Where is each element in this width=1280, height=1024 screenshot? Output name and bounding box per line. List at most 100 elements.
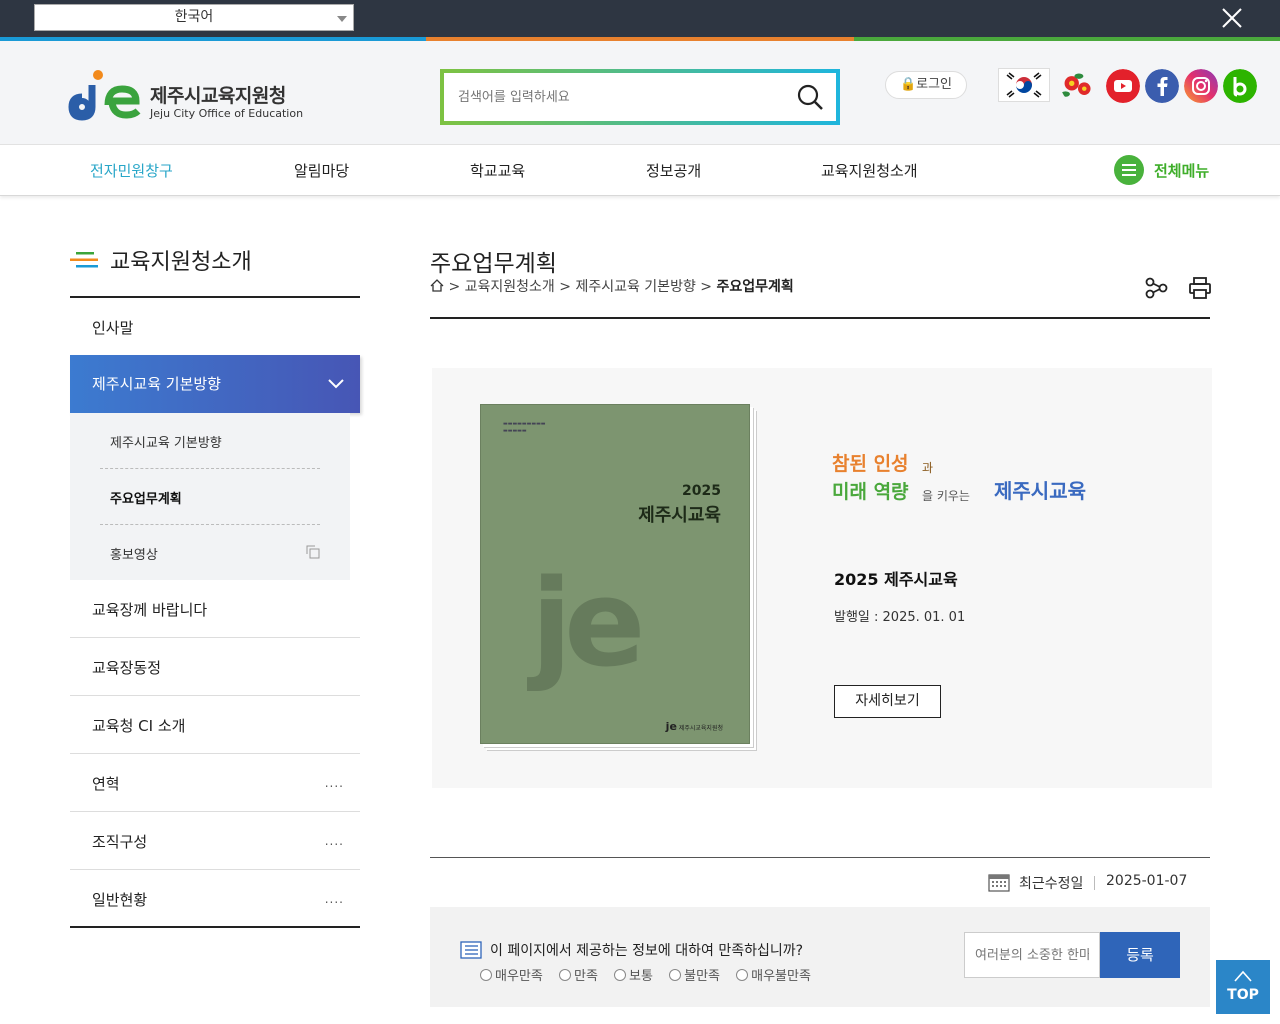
view-detail-button[interactable]: 자세히보기 [834,685,941,718]
submenu-item-promo-video[interactable]: 홍보영상 [100,525,320,581]
breadcrumb-current: 주요업무계획 [716,279,794,295]
header: 제주시교육지원청 Jeju City Office of Education 🔒… [0,41,1280,145]
submenu-item-basic-direction[interactable]: 제주시교육 기본방향 [100,413,320,469]
publication-date: 발행일 : 2025. 01. 01 [834,610,966,625]
breadcrumb-separator: > [559,279,571,295]
sidebar-item-history[interactable]: 연혁 .... [70,754,360,812]
opinion-input[interactable] [964,932,1100,978]
new-window-icon [306,545,320,559]
sidebar-item-activities[interactable]: 교육장동정 [70,638,360,696]
submenu-item-label: 주요업무계획 [110,492,182,507]
publication-title: 2025 제주시교육 [834,570,958,589]
sidebar-item-message[interactable]: 교육장께 바랍니다 [70,580,360,638]
sidebar-title-text: 교육지원청소개 [110,250,252,275]
arrow-up-icon [1234,970,1252,982]
main-navigation: 전자민원창구 알림마당 학교교육 정보공개 교육지원청소개 전체메뉴 [0,145,1280,196]
radio-icon [736,969,749,981]
chevron-down-icon [328,379,344,389]
book-watermark-logo: je [531,555,645,694]
survey-icon [460,941,482,959]
sidebar-bottom-rule [70,926,360,928]
slogan-line2-a: 미래 역량 [832,481,909,503]
option-label: 불만족 [684,969,720,984]
top-bar: 한국어 [0,0,1280,37]
share-icon[interactable] [1144,276,1168,300]
survey-option-very-satisfied[interactable]: 매우만족 [480,965,543,984]
camellia-icon[interactable] [1061,69,1095,103]
breadcrumb-item[interactable]: 제주시교육 기본방향 [575,279,695,295]
je-logo-icon [68,70,141,121]
nav-item-office-intro[interactable]: 교육지원청소개 [821,160,918,181]
lock-icon: 🔒 [899,77,917,92]
sidebar-item-label: 인사말 [92,319,134,337]
submit-survey-button[interactable]: 등록 [1100,932,1180,978]
content-top-rule [430,317,1210,319]
sidebar-item-greeting[interactable]: 인사말 [70,298,360,356]
site-logo[interactable]: 제주시교육지원청 Jeju City Office of Education [68,69,308,123]
sidebar-item-ci[interactable]: 교육청 CI 소개 [70,696,360,754]
option-label: 보통 [629,969,653,984]
logo-title: 제주시교육지원청 [150,85,286,107]
radio-icon [614,969,627,981]
divider [1094,876,1095,890]
survey-option-neutral[interactable]: 보통 [614,965,653,984]
book-cover-image[interactable]: ▬▬▬▬▬▬▬▬▬ ▬▬▬▬▬ 2025 제주시교육 je je 제주시교육지원청 [480,404,750,744]
sidebar-item-organization[interactable]: 조직구성 .... [70,812,360,870]
survey-option-satisfied[interactable]: 만족 [558,965,598,984]
nav-item-school-education[interactable]: 학교교육 [470,160,525,181]
book-year: 2025 [682,483,721,499]
search-input[interactable] [458,85,788,109]
book-cover-fineprint: ▬▬▬▬▬▬▬▬▬ ▬▬▬▬▬ [503,421,546,434]
sidebar-item-label: 제주시교육 기본방향 [92,375,221,393]
sidebar-submenu: 제주시교육 기본방향 주요업무계획 홍보영상 [70,413,350,580]
nav-item-civil-service[interactable]: 전자민원창구 [90,160,173,181]
publication-card: ▬▬▬▬▬▬▬▬▬ ▬▬▬▬▬ 2025 제주시교육 je je 제주시교육지원청… [432,368,1212,788]
close-icon[interactable] [1220,6,1244,30]
facebook-icon[interactable] [1145,69,1179,103]
menu-bars-icon [70,252,98,268]
sidebar-item-basic-direction[interactable]: 제주시교육 기본방향 [70,355,360,413]
survey-option-dissatisfied[interactable]: 불만족 [669,965,720,984]
instagram-icon[interactable] [1184,69,1218,103]
sidebar-item-label: 조직구성 [92,833,148,851]
last-modified-value: 2025-01-07 [1106,873,1188,889]
sidebar-item-status[interactable]: 일반현황 .... [70,870,360,928]
all-menu-label: 전체메뉴 [1154,162,1210,180]
option-label: 매우불만족 [751,969,811,984]
login-label: 로그인 [916,77,953,92]
submenu-item-label: 홍보영상 [110,548,158,563]
logo-subtitle: Jeju City Office of Education [150,107,304,120]
nav-item-notice[interactable]: 알림마당 [294,160,349,181]
breadcrumb-item[interactable]: 교육지원청소개 [465,279,555,295]
nav-item-info-disclosure[interactable]: 정보공개 [646,160,701,181]
print-icon[interactable] [1188,276,1212,300]
survey-option-very-dissatisfied[interactable]: 매우불만족 [736,965,811,984]
login-button[interactable]: 🔒로그인 [885,71,967,99]
more-indicator: .... [324,834,344,848]
book-publisher-text: 제주시교육지원청 [678,725,723,732]
submenu-item-label: 제주시교육 기본방향 [110,436,222,451]
page-tools [1144,276,1214,300]
sidebar-item-label: 교육청 CI 소개 [92,717,186,735]
korea-flag-icon[interactable] [998,68,1050,102]
option-label: 만족 [573,969,598,984]
blog-icon[interactable] [1223,69,1257,103]
language-select[interactable]: 한국어 [34,4,354,31]
more-indicator: .... [324,776,344,790]
home-icon[interactable] [430,279,444,292]
last-modified-label: 최근수정일 [1019,876,1084,892]
book-publisher-logo: je 제주시교육지원청 [665,720,723,733]
sidebar-item-label: 교육장께 바랍니다 [92,601,208,619]
radio-icon [558,969,571,981]
chevron-down-icon [337,16,347,22]
slogan-line1-b: 과 [922,461,933,475]
search-icon[interactable] [796,83,824,111]
satisfaction-survey: 이 페이지에서 제공하는 정보에 대하여 만족하십니까? 매우만족 만족 보통 … [430,907,1210,1007]
survey-options: 매우만족 만족 보통 불만족 매우불만족 [480,965,823,984]
submenu-item-work-plan[interactable]: 주요업무계획 [100,469,320,525]
slogan-line1-a: 참된 인성 [832,453,909,475]
content-bottom-rule [430,857,1210,858]
youtube-icon[interactable] [1106,69,1140,103]
scroll-top-button[interactable]: TOP [1216,960,1270,1014]
radio-icon [480,969,492,981]
